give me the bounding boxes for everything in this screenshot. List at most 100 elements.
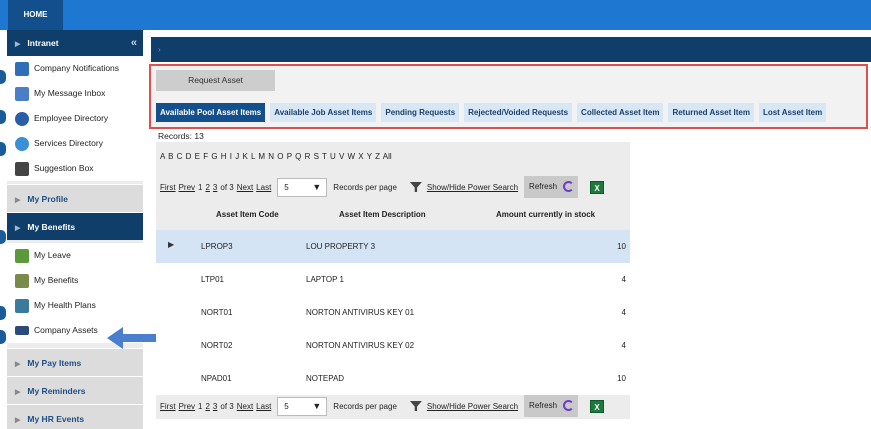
- table-row[interactable]: NPAD01 NOTEPAD 10: [156, 362, 630, 395]
- sidebar-item-my-leave[interactable]: My Leave: [7, 243, 143, 268]
- health-shield-icon: [15, 298, 29, 313]
- cell-amount: 4: [621, 308, 626, 317]
- alphabet-filter[interactable]: A B C D E F G H I J K L M N O P Q R S T …: [160, 152, 392, 161]
- tab-rejected-voided-requests[interactable]: Rejected/Voided Requests: [464, 103, 573, 122]
- sidebar-item-label: Suggestion Box: [34, 163, 94, 173]
- current-page: 1: [198, 401, 203, 411]
- cell-code: NORT02: [201, 341, 233, 350]
- page-2-link[interactable]: 2: [205, 183, 209, 192]
- sidebar-section-label: My HR Events: [27, 414, 85, 424]
- excel-export-icon[interactable]: X: [590, 180, 605, 194]
- cell-description: LAPTOP 1: [306, 275, 344, 284]
- home-tab[interactable]: HOME: [8, 0, 63, 30]
- first-page-link[interactable]: First: [160, 183, 176, 192]
- sidebar-item-label: Company Assets: [34, 325, 98, 335]
- current-page: 1: [198, 182, 203, 192]
- sidebar-item-my-benefits[interactable]: My Benefits: [7, 268, 143, 293]
- tab-available-pool-asset-items[interactable]: Available Pool Asset Items: [156, 103, 266, 122]
- sidebar-item-my-health-plans[interactable]: My Health Plans: [7, 293, 143, 318]
- records-per-page-label: Records per page: [333, 401, 397, 411]
- table-row[interactable]: ▶ LPROP3 LOU PROPERTY 3 10: [156, 230, 630, 263]
- request-asset-button[interactable]: Request Asset: [156, 70, 275, 91]
- page-size-select[interactable]: 5 ▼: [277, 396, 328, 416]
- power-search-toggle[interactable]: Show/Hide Power Search: [427, 183, 518, 192]
- page-2-link[interactable]: 2: [205, 402, 209, 411]
- sidebar-section-my-pay-items[interactable]: ▶ My Pay Items: [7, 348, 143, 376]
- sidebar-item-services-directory[interactable]: Services Directory: [7, 131, 143, 156]
- prev-page-link[interactable]: Prev: [179, 183, 195, 192]
- refresh-icon: [563, 181, 575, 192]
- collapse-sidebar-icon[interactable]: «: [131, 30, 137, 56]
- expand-row-icon[interactable]: ▶: [168, 240, 174, 249]
- sidebar-section-my-reminders[interactable]: ▶ My Reminders: [7, 376, 143, 404]
- refresh-label: Refresh: [529, 182, 558, 191]
- sidebar-section-my-profile[interactable]: ▶ My Profile: [7, 184, 143, 212]
- column-header-amount[interactable]: Amount currently in stock: [496, 210, 595, 219]
- chevron-right-icon: ▶: [15, 225, 21, 232]
- edge-mark: [0, 110, 6, 124]
- cell-amount: 4: [621, 341, 626, 350]
- tab-lost-asset-item[interactable]: Lost Asset Item: [758, 103, 827, 122]
- asset-toolbar-highlight: Request Asset Available Pool Asset Items…: [149, 64, 868, 129]
- sidebar-item-label: My Health Plans: [34, 300, 96, 310]
- page-size-select[interactable]: 5 ▼: [277, 177, 328, 197]
- last-page-link[interactable]: Last: [256, 402, 271, 411]
- table-header: Asset Item Code Asset Item Description A…: [156, 204, 630, 228]
- sidebar: ▶ Intranet « Company Notifications My Mes…: [7, 30, 143, 429]
- tab-pending-requests[interactable]: Pending Requests: [381, 103, 460, 122]
- table-row[interactable]: NORT02 NORTON ANTIVIRUS KEY 02 4: [156, 329, 630, 362]
- refresh-button[interactable]: Refresh: [524, 395, 579, 417]
- sidebar-section-my-benefits[interactable]: ▶ My Benefits: [7, 212, 143, 240]
- prev-page-link[interactable]: Prev: [179, 402, 195, 411]
- next-page-link[interactable]: Next: [237, 402, 253, 411]
- sidebar-item-label: My Message Inbox: [34, 88, 106, 98]
- pager-bottom: First Prev 1 2 3 of 3 Next Last 5 ▼ Reco…: [156, 393, 630, 419]
- palm-tree-icon: [15, 248, 29, 263]
- sidebar-header-intranet[interactable]: ▶ Intranet «: [7, 30, 143, 56]
- next-page-link[interactable]: Next: [237, 183, 253, 192]
- cell-amount: 10: [617, 242, 626, 251]
- excel-export-icon[interactable]: X: [590, 399, 605, 413]
- sidebar-item-label: My Benefits: [34, 275, 79, 285]
- tab-collected-asset-item[interactable]: Collected Asset Item: [577, 103, 664, 122]
- last-page-link[interactable]: Last: [256, 183, 271, 192]
- power-search-toggle[interactable]: Show/Hide Power Search: [427, 402, 518, 411]
- sidebar-section-my-hr-events[interactable]: ▶ My HR Events: [7, 404, 143, 429]
- tab-available-job-asset-items[interactable]: Available Job Asset Items: [270, 103, 377, 122]
- cell-amount: 10: [617, 374, 626, 383]
- left-edge-decoration: [0, 30, 7, 429]
- table-row[interactable]: NORT01 NORTON ANTIVIRUS KEY 01 4: [156, 296, 630, 329]
- sidebar-section-label: My Pay Items: [27, 358, 82, 368]
- content-header-arrow: ›: [158, 45, 161, 54]
- column-header-code[interactable]: Asset Item Code: [216, 210, 279, 219]
- chevron-right-icon: ▶: [15, 41, 21, 48]
- edge-mark: [0, 70, 6, 84]
- records-value: 13: [194, 131, 204, 141]
- page-count: of 3: [220, 401, 234, 411]
- sidebar-item-employee-directory[interactable]: Employee Directory: [7, 106, 143, 131]
- page-3-link[interactable]: 3: [213, 402, 217, 411]
- sidebar-item-suggestion-box[interactable]: Suggestion Box: [7, 156, 143, 181]
- table-row[interactable]: LTP01 LAPTOP 1 4: [156, 263, 630, 296]
- cell-code: NPAD01: [201, 374, 232, 383]
- page-3-link[interactable]: 3: [213, 183, 217, 192]
- sidebar-section-label: My Profile: [27, 194, 69, 204]
- notifications-icon: [15, 61, 29, 76]
- sidebar-item-message-inbox[interactable]: My Message Inbox: [7, 81, 143, 106]
- records-per-page-label: Records per page: [333, 182, 397, 192]
- tab-returned-asset-item[interactable]: Returned Asset Item: [668, 103, 754, 122]
- first-page-link[interactable]: First: [160, 402, 176, 411]
- refresh-button[interactable]: Refresh: [524, 176, 579, 198]
- sidebar-header-label: Intranet: [27, 38, 59, 48]
- services-icon: [15, 136, 29, 151]
- asset-grid: A B C D E F G H I J K L M N O P Q R S T …: [156, 142, 630, 419]
- table-body: ▶ LPROP3 LOU PROPERTY 3 10 LTP01 LAPTOP …: [156, 230, 630, 395]
- column-header-description[interactable]: Asset Item Description: [339, 210, 426, 219]
- refresh-label: Refresh: [529, 401, 558, 410]
- page-size-value: 5: [284, 182, 289, 192]
- sidebar-item-company-notifications[interactable]: Company Notifications: [7, 56, 143, 81]
- cell-code: NORT01: [201, 308, 233, 317]
- cell-amount: 4: [621, 275, 626, 284]
- cell-description: NORTON ANTIVIRUS KEY 01: [306, 308, 415, 317]
- page-count: of 3: [220, 182, 234, 192]
